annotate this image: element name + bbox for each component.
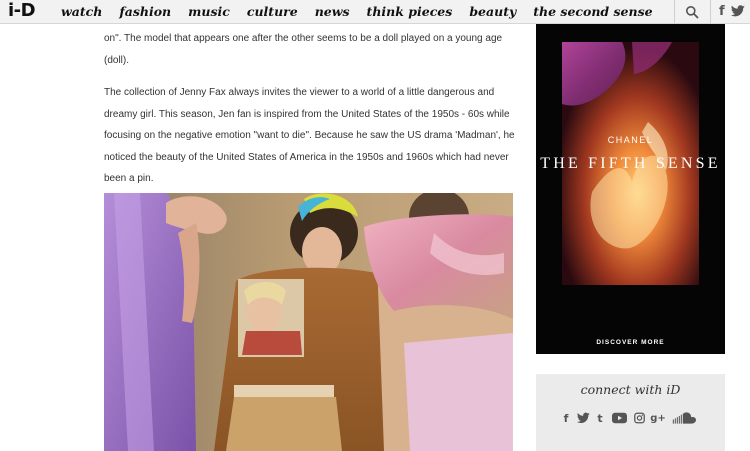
main-nav: watch fashion music culture news think p… xyxy=(61,0,670,24)
article-photo-art xyxy=(104,193,513,451)
search-icon[interactable] xyxy=(685,5,699,19)
google-plus-icon[interactable]: g+ xyxy=(650,411,666,425)
article-paragraph: on". The model that appears one after th… xyxy=(104,33,503,66)
soundcloud-icon[interactable] xyxy=(672,411,696,425)
connect-title: connect with iD xyxy=(580,382,681,397)
facebook-icon[interactable]: f xyxy=(719,3,725,20)
youtube-icon[interactable] xyxy=(612,411,627,425)
nav-item-news[interactable]: news xyxy=(315,0,350,24)
nav-item-think-pieces[interactable]: think pieces xyxy=(367,0,453,24)
nav-divider xyxy=(710,0,711,24)
article-paragraph: The collection of Jenny Fax always invit… xyxy=(104,87,515,184)
article-photo xyxy=(104,193,513,451)
facebook-icon[interactable]: f xyxy=(562,411,570,425)
ad-headline: THE FIFTH SENSE xyxy=(540,155,721,172)
discover-more-link[interactable]: DISCOVER MORE xyxy=(536,339,725,346)
top-navigation-bar: i-D watch fashion music culture news thi… xyxy=(0,0,750,24)
nav-item-culture[interactable]: culture xyxy=(247,0,298,24)
nav-item-fashion[interactable]: fashion xyxy=(119,0,171,24)
nav-item-the-second-sense[interactable]: the second sense xyxy=(533,0,652,24)
id-logo[interactable]: i-D xyxy=(8,1,36,21)
tumblr-icon[interactable]: t xyxy=(596,411,604,425)
chanel-ad[interactable]: CHANEL THE FIFTH SENSE DISCOVER MORE xyxy=(536,24,725,354)
instagram-icon[interactable] xyxy=(634,411,645,425)
nav-item-music[interactable]: music xyxy=(188,0,230,24)
ad-brand: CHANEL xyxy=(607,135,654,145)
twitter-icon[interactable] xyxy=(731,5,745,17)
nav-divider xyxy=(674,0,675,24)
nav-item-watch[interactable]: watch xyxy=(61,0,102,24)
nav-item-beauty[interactable]: beauty xyxy=(469,0,516,24)
social-links: f t g+ xyxy=(562,411,702,425)
twitter-icon[interactable] xyxy=(577,411,590,425)
connect-box: connect with iD f t g+ xyxy=(536,374,725,451)
